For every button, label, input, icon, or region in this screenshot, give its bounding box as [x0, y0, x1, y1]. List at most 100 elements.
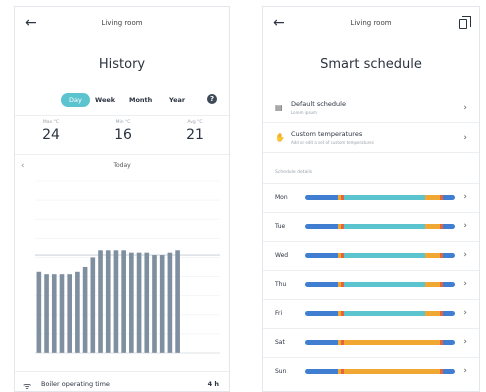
- help-icon[interactable]: ?: [207, 94, 217, 104]
- chevron-right-icon: ›: [463, 250, 467, 260]
- bar-hour-14: [144, 252, 150, 353]
- stat-avg-label: Avg °C: [187, 120, 203, 125]
- day-name: Tue: [275, 223, 286, 230]
- bar-hour-0: [36, 271, 42, 353]
- schedule-segment: [425, 282, 440, 287]
- stat-min-label: Min °C: [115, 120, 131, 125]
- menu-subtitle: Lorem ipsum: [291, 110, 317, 115]
- bar-hour-13: [136, 252, 142, 353]
- boiler-label: Boiler operating time: [41, 380, 110, 388]
- room-name: Living room: [350, 19, 392, 27]
- chevron-right-icon: ›: [463, 366, 467, 376]
- bar-hour-10: [113, 250, 119, 353]
- menu-title: Custom temperatures: [291, 130, 363, 138]
- schedule-segment: [344, 195, 425, 200]
- temperature-bar-chart: [35, 180, 220, 354]
- bar-hour-7: [90, 257, 96, 353]
- bar-hour-1: [44, 274, 49, 353]
- schedule-segment: [443, 253, 455, 258]
- top-bar: ← Living room: [263, 7, 479, 41]
- schedule-row-sun[interactable]: Sun ›: [263, 357, 479, 386]
- schedule-bar: [305, 369, 455, 374]
- schedule-bar: [305, 224, 455, 229]
- schedule-segment: [344, 282, 425, 287]
- tab-week[interactable]: Week: [95, 93, 115, 107]
- bar-hour-11: [121, 250, 126, 353]
- schedule-segment: [443, 369, 455, 374]
- bar-hour-9: [105, 250, 111, 353]
- schedule-row-sat[interactable]: Sat ›: [263, 328, 479, 357]
- chevron-right-icon: ›: [463, 133, 467, 143]
- schedule-segment: [425, 195, 440, 200]
- schedule-segment: [443, 282, 455, 287]
- schedule-bar: [305, 340, 455, 345]
- period-tabs: Day Week Month Year ?: [15, 89, 229, 111]
- stat-min: Min °C 16: [93, 120, 153, 143]
- schedule-row-tue[interactable]: Tue ›: [263, 212, 479, 241]
- schedule-row-wed[interactable]: Wed ›: [263, 241, 479, 270]
- schedule-segment: [344, 224, 425, 229]
- schedule-row-fri[interactable]: Fri ›: [263, 299, 479, 328]
- room-name: Living room: [101, 19, 143, 27]
- stat-max: Max °C 24: [21, 120, 81, 143]
- schedule-bar: [305, 253, 455, 258]
- schedule-segment: [425, 253, 440, 258]
- schedule-segment: [344, 369, 440, 374]
- chevron-right-icon: ›: [463, 308, 467, 318]
- history-screen: ← Living room History Day Week Month Yea…: [14, 6, 230, 392]
- schedule-segment: [443, 311, 455, 316]
- bar-hour-8: [98, 250, 103, 353]
- section-label: Schedule details: [275, 170, 313, 175]
- schedule-segment: [443, 195, 455, 200]
- schedule-segment: [305, 195, 338, 200]
- stat-max-value: 24: [42, 127, 60, 143]
- schedule-segment: [425, 311, 440, 316]
- chart-title: Today: [113, 162, 131, 169]
- menu-custom-temperatures[interactable]: ✋ Custom temperatures Add or edit a set …: [263, 125, 479, 153]
- bar-hour-6: [82, 267, 88, 353]
- bar-hour-4: [67, 274, 72, 353]
- smart-schedule-screen: ← Living room Smart schedule ▤ Default s…: [262, 6, 480, 392]
- bar-hour-17: [167, 252, 173, 353]
- chevron-right-icon: ›: [463, 221, 467, 231]
- tab-month[interactable]: Month: [129, 93, 152, 107]
- schedule-segment: [344, 253, 425, 258]
- day-name: Mon: [275, 194, 288, 201]
- day-name: Thu: [275, 281, 287, 288]
- schedule-bar: [305, 311, 455, 316]
- menu-title: Default schedule: [291, 100, 346, 108]
- tab-day[interactable]: Day: [61, 93, 90, 107]
- schedule-segment: [305, 340, 338, 345]
- bar-hour-3: [59, 274, 65, 353]
- chart-header: ‹ Today: [15, 161, 229, 173]
- schedule-bar: [305, 195, 455, 200]
- bar-hour-5: [75, 271, 80, 353]
- schedule-segment: [305, 282, 338, 287]
- page-title: Smart schedule: [320, 57, 422, 72]
- copy-icon[interactable]: [459, 16, 471, 29]
- stat-avg: Avg °C 21: [165, 120, 225, 143]
- calendar-icon: ▤: [275, 103, 283, 112]
- schedule-row-thu[interactable]: Thu ›: [263, 270, 479, 299]
- boiler-value: 4 h: [207, 380, 219, 388]
- day-name: Sat: [275, 339, 285, 346]
- bar-hour-18: [175, 250, 180, 353]
- chevron-right-icon: ›: [463, 279, 467, 289]
- chevron-right-icon: ›: [463, 337, 467, 347]
- tab-year[interactable]: Year: [169, 93, 185, 107]
- schedule-row-mon[interactable]: Mon ›: [263, 183, 479, 212]
- schedule-segment: [443, 224, 455, 229]
- menu-subtitle: Add or edit a set of custom temperatures: [291, 140, 374, 145]
- bar-hour-16: [159, 255, 165, 353]
- temperature-stats: Max °C 24 Min °C 16 Avg °C 21: [15, 115, 229, 155]
- bar-hour-15: [152, 255, 157, 353]
- schedule-segment: [305, 253, 338, 258]
- schedule-segment: [443, 340, 455, 345]
- day-name: Sun: [275, 368, 287, 375]
- schedule-segment: [344, 311, 425, 316]
- menu-default-schedule[interactable]: ▤ Default schedule Lorem ipsum ›: [263, 95, 479, 123]
- schedule-segment: [305, 224, 338, 229]
- chevron-right-icon: ›: [463, 192, 467, 202]
- schedule-segment: [305, 369, 338, 374]
- schedule-segment: [305, 311, 338, 316]
